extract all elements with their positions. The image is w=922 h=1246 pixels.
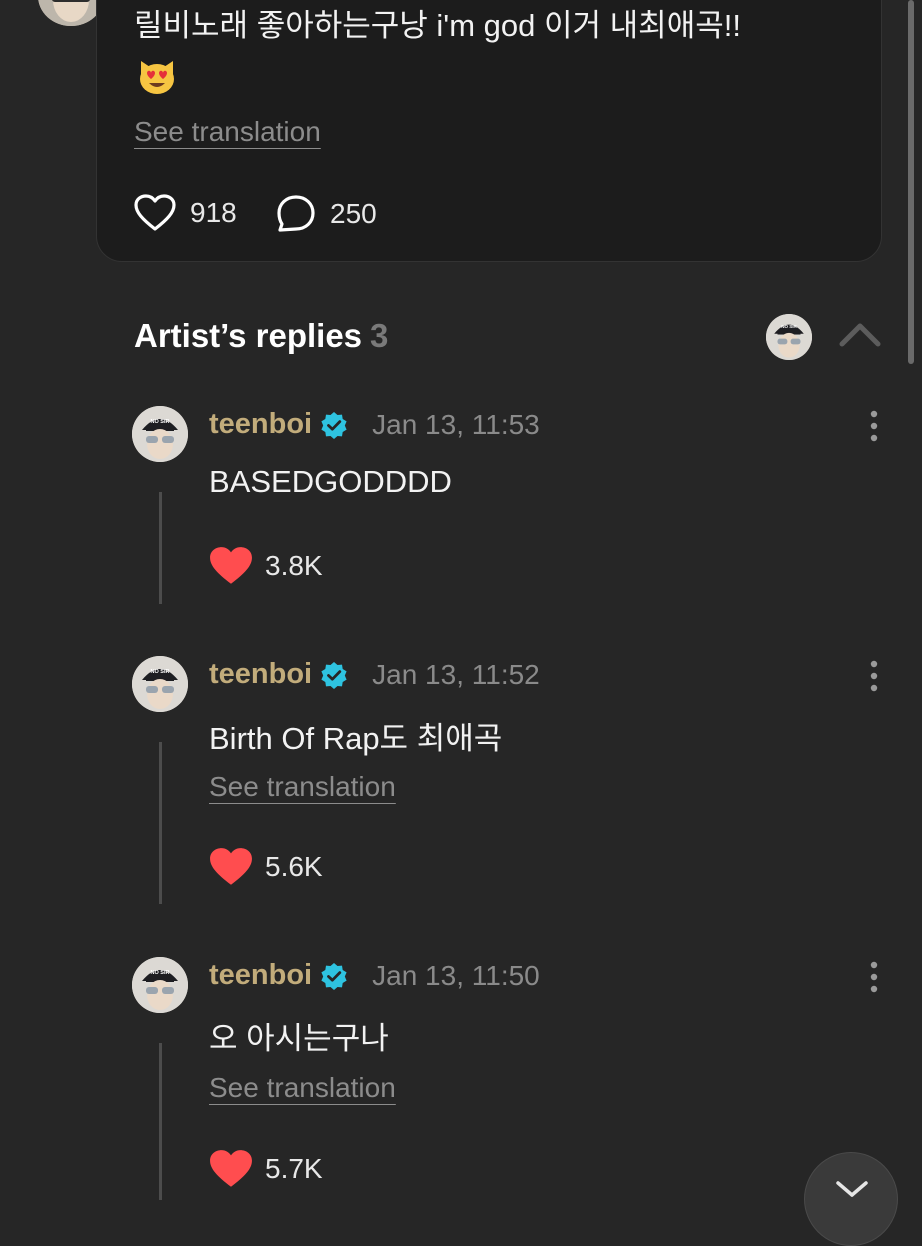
verified-badge-icon: [321, 661, 347, 689]
avatar-image: NO SIR: [766, 314, 812, 360]
thread-line: [159, 1043, 162, 1200]
avatar-image: [38, 0, 104, 26]
reply-header: teenboi Jan 13, 11:50: [209, 959, 540, 992]
artist-replies-header: Artist’s replies 3: [134, 317, 388, 355]
see-translation-link[interactable]: See translation: [209, 1072, 396, 1104]
reply-text: BASEDGODDDD: [209, 464, 452, 499]
svg-text:NO SIR: NO SIR: [151, 970, 170, 976]
heart-filled-icon: [210, 1150, 252, 1187]
post-text: 릴비노래 좋아하는구낭 i'm god 이거 내최애곡!!: [134, 8, 741, 43]
svg-text:NO SIR: NO SIR: [151, 419, 170, 425]
artist-replies-count: 3: [370, 317, 389, 354]
reply-author-name[interactable]: teenboi: [209, 658, 312, 691]
reply-header: teenboi Jan 13, 11:53: [209, 408, 540, 441]
comment-bubble-icon: [277, 195, 315, 232]
more-options-icon[interactable]: [868, 961, 880, 993]
reply-avatar[interactable]: NO SIR: [132, 957, 188, 1013]
artist-avatar-small[interactable]: NO SIR: [766, 314, 812, 360]
verified-badge-icon: [321, 962, 347, 990]
more-options-icon[interactable]: [868, 410, 880, 442]
post-comment-button[interactable]: 250: [276, 194, 377, 234]
chevron-up-icon[interactable]: [838, 318, 882, 350]
reply-timestamp: Jan 13, 11:53: [372, 408, 540, 440]
reply-like-button[interactable]: 5.7K: [209, 1149, 323, 1189]
reply-avatar[interactable]: NO SIR: [132, 656, 188, 712]
avatar-image: NO SIR: [132, 957, 188, 1013]
more-options-icon[interactable]: [868, 660, 880, 692]
smiling-cat-heart-eyes-icon: [140, 61, 174, 94]
reply-text: 오 아시는구나: [209, 1021, 389, 1056]
svg-text:NO SIR: NO SIR: [781, 324, 797, 329]
reply-like-button[interactable]: 3.8K: [209, 546, 323, 586]
post-like-count: 918: [190, 197, 237, 228]
reply-author-name[interactable]: teenboi: [209, 408, 312, 441]
artist-replies-title: Artist’s replies: [134, 317, 363, 354]
scrollbar[interactable]: [908, 0, 914, 364]
chevron-double-down-icon: [836, 1181, 868, 1197]
svg-text:NO SIR: NO SIR: [151, 669, 170, 675]
reply-avatar[interactable]: NO SIR: [132, 406, 188, 462]
thread-line: [159, 742, 162, 904]
post-like-button[interactable]: 918: [134, 194, 237, 232]
reply-timestamp: Jan 13, 11:52: [372, 658, 540, 690]
heart-outline-icon: [134, 194, 176, 231]
reply-header: teenboi Jan 13, 11:52: [209, 658, 540, 691]
verified-badge-icon: [321, 411, 347, 439]
heart-filled-icon: [210, 547, 252, 584]
avatar-image: NO SIR: [132, 656, 188, 712]
see-translation-link[interactable]: See translation: [209, 771, 396, 803]
see-translation-link[interactable]: See translation: [134, 116, 321, 148]
reply-author-name[interactable]: teenboi: [209, 959, 312, 992]
reply-like-count: 5.6K: [265, 851, 323, 882]
scroll-down-button[interactable]: [804, 1152, 898, 1246]
reply-timestamp: Jan 13, 11:50: [372, 959, 540, 991]
reply-like-button[interactable]: 5.6K: [209, 847, 323, 887]
post-comment-count: 250: [330, 198, 377, 229]
reply-like-count: 3.8K: [265, 550, 323, 581]
reply-like-count: 5.7K: [265, 1153, 323, 1184]
heart-filled-icon: [210, 848, 252, 885]
avatar-image: NO SIR: [132, 406, 188, 462]
thread-line: [159, 492, 162, 604]
reply-text: Birth Of Rap도 최애곡: [209, 721, 503, 756]
post-author-avatar[interactable]: [38, 0, 104, 26]
